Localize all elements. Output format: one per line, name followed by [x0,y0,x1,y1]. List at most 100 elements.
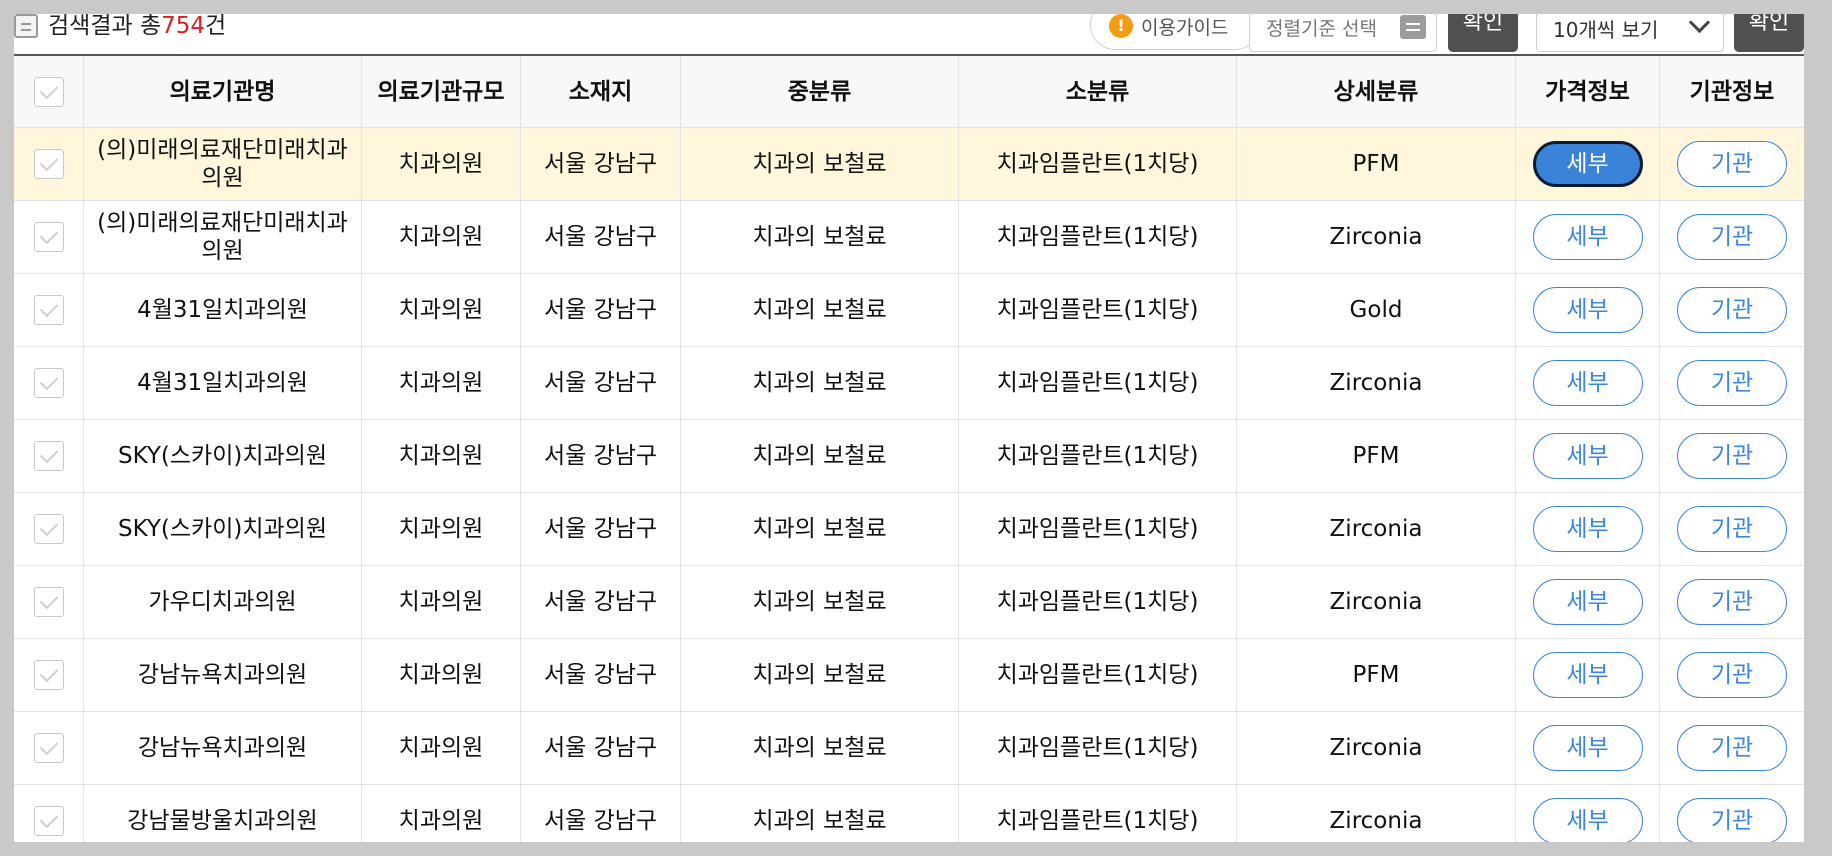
institution-info-button[interactable]: 기관 [1677,141,1787,187]
header-price-info: 가격정보 [1516,56,1660,127]
row-select-cell [14,128,84,200]
header-sub-category: 소분류 [959,56,1237,127]
institution-info-cell: 기관 [1660,785,1804,842]
price-detail-button[interactable]: 세부 [1532,433,1643,479]
institution-name: 4월31일치과의원 [84,347,362,419]
exclamation-icon: ! [1109,14,1133,38]
institution-info-button[interactable]: 기관 [1677,579,1787,625]
location: 서울 강남구 [521,566,681,638]
table-row: 4월31일치과의원 치과의원 서울 강남구 치과의 보철료 치과임플란트(1치당… [14,274,1804,347]
row-checkbox[interactable] [33,514,64,544]
header-institution-name: 의료기관명 [84,56,362,127]
location: 서울 강남구 [521,274,681,346]
institution-name: 강남뉴욕치과의원 [84,712,362,784]
price-info-cell: 세부 [1516,128,1660,200]
detail-category: Zirconia [1237,201,1516,273]
row-checkbox[interactable] [33,733,64,763]
sub-category: 치과임플란트(1치당) [959,274,1237,346]
row-checkbox[interactable] [33,587,64,617]
institution-info-button[interactable]: 기관 [1677,725,1787,771]
results-panel: 검색결과 총754건 ! 이용가이드 정렬기준 선택 확인 10개씩 보기 확인… [14,14,1804,842]
price-detail-button[interactable]: 세부 [1532,798,1643,842]
row-select-cell [14,639,84,711]
sub-category: 치과임플란트(1치당) [959,712,1237,784]
price-detail-button[interactable]: 세부 [1532,652,1643,698]
per-page-value: 10개씩 보기 [1553,18,1659,42]
institution-scale: 치과의원 [362,566,521,638]
row-checkbox[interactable] [33,222,64,252]
price-info-cell: 세부 [1516,639,1660,711]
per-page-confirm-button[interactable]: 확인 [1734,14,1804,52]
institution-info-cell: 기관 [1660,712,1804,784]
price-detail-button[interactable]: 세부 [1532,360,1643,406]
sub-category: 치과임플란트(1치당) [959,785,1237,842]
price-info-cell: 세부 [1516,493,1660,565]
location: 서울 강남구 [521,201,681,273]
row-select-cell [14,785,84,842]
row-checkbox[interactable] [33,149,64,179]
institution-info-button[interactable]: 기관 [1677,287,1787,333]
result-suffix: 건 [205,14,227,39]
price-detail-button[interactable]: 세부 [1532,287,1643,333]
institution-name: (의)미래의료재단미래치과의원 [84,128,362,200]
table-row: (의)미래의료재단미래치과의원 치과의원 서울 강남구 치과의 보철료 치과임플… [14,201,1804,274]
row-checkbox[interactable] [33,368,64,398]
institution-name: 강남뉴욕치과의원 [84,639,362,711]
institution-info-cell: 기관 [1660,566,1804,638]
row-checkbox[interactable] [33,441,64,471]
table-row: 강남뉴욕치과의원 치과의원 서울 강남구 치과의 보철료 치과임플란트(1치당)… [14,712,1804,785]
institution-info-button[interactable]: 기관 [1677,214,1787,260]
price-detail-button[interactable]: 세부 [1532,506,1643,552]
table-row: 가우디치과의원 치과의원 서울 강남구 치과의 보철료 치과임플란트(1치당) … [14,566,1804,639]
row-checkbox[interactable] [33,295,64,325]
institution-info-button[interactable]: 기관 [1677,360,1787,406]
price-info-cell: 세부 [1516,420,1660,492]
price-detail-button[interactable]: 세부 [1532,579,1643,625]
institution-scale: 치과의원 [362,493,521,565]
location: 서울 강남구 [521,639,681,711]
detail-category: Gold [1237,274,1516,346]
institution-info-button[interactable]: 기관 [1677,798,1787,842]
institution-name: 강남물방울치과의원 [84,785,362,842]
price-detail-button[interactable]: 세부 [1532,141,1643,187]
usage-guide-button[interactable]: ! 이용가이드 [1090,14,1260,50]
table-row: SKY(스카이)치과의원 치과의원 서울 강남구 치과의 보철료 치과임플란트(… [14,493,1804,566]
detail-category: Zirconia [1237,493,1516,565]
price-detail-button[interactable]: 세부 [1532,214,1643,260]
institution-name: 4월31일치과의원 [84,274,362,346]
select-all-checkbox[interactable] [33,76,64,107]
mid-category: 치과의 보철료 [681,712,959,784]
detail-category: PFM [1237,420,1516,492]
institution-name: SKY(스카이)치과의원 [84,493,362,565]
price-info-cell: 세부 [1516,712,1660,784]
institution-name: 가우디치과의원 [84,566,362,638]
sort-criteria-select[interactable]: 정렬기준 선택 [1249,14,1437,52]
sub-category: 치과임플란트(1치당) [959,201,1237,273]
per-page-select[interactable]: 10개씩 보기 [1536,14,1724,52]
institution-scale: 치과의원 [362,785,521,842]
row-checkbox[interactable] [33,660,64,690]
detail-category: PFM [1237,128,1516,200]
row-checkbox[interactable] [33,806,64,836]
institution-info-button[interactable]: 기관 [1677,506,1787,552]
header-mid-category: 중분류 [681,56,959,127]
mid-category: 치과의 보철료 [681,274,959,346]
institution-info-button[interactable]: 기관 [1677,433,1787,479]
result-count: 754 [161,14,206,39]
results-table: 의료기관명 의료기관규모 소재지 중분류 소분류 상세분류 가격정보 기관정보 … [14,54,1804,842]
results-toolbar: 검색결과 총754건 ! 이용가이드 정렬기준 선택 확인 10개씩 보기 확인 [14,14,1804,54]
header-location: 소재지 [521,56,681,127]
institution-info-button[interactable]: 기관 [1677,652,1787,698]
detail-category: PFM [1237,639,1516,711]
result-summary: 검색결과 총754건 [48,14,226,40]
sub-category: 치과임플란트(1치당) [959,128,1237,200]
price-info-cell: 세부 [1516,201,1660,273]
price-detail-button[interactable]: 세부 [1532,725,1643,771]
institution-name: SKY(스카이)치과의원 [84,420,362,492]
sort-confirm-button[interactable]: 확인 [1448,14,1518,52]
usage-guide-label: 이용가이드 [1141,17,1229,39]
table-row: SKY(스카이)치과의원 치과의원 서울 강남구 치과의 보철료 치과임플란트(… [14,420,1804,493]
institution-info-cell: 기관 [1660,128,1804,200]
institution-scale: 치과의원 [362,274,521,346]
institution-info-cell: 기관 [1660,493,1804,565]
